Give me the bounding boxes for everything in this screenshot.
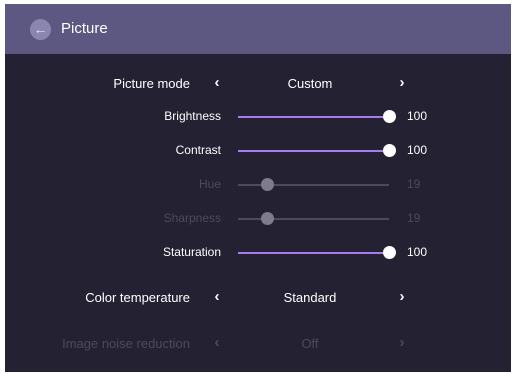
noise-reduction-label: Image noise reduction bbox=[62, 336, 190, 351]
color-temperature-prev-icon[interactable]: ‹ bbox=[210, 287, 224, 307]
saturation-label: Staturation bbox=[162, 245, 221, 259]
color-temperature-value: Standard bbox=[283, 290, 337, 305]
contrast-slider[interactable] bbox=[238, 144, 396, 157]
brightness-row: Brightness 100 bbox=[5, 106, 511, 130]
hue-value: 19 bbox=[407, 177, 421, 191]
hue-slider-thumb bbox=[260, 178, 274, 191]
back-arrow-icon[interactable]: ← bbox=[30, 19, 51, 40]
saturation-slider-thumb[interactable] bbox=[383, 246, 396, 259]
sharpness-value: 19 bbox=[407, 211, 421, 225]
sharpness-slider-thumb bbox=[260, 212, 274, 225]
picture-mode-label: Picture mode bbox=[113, 76, 190, 91]
saturation-row: Staturation 100 bbox=[5, 242, 511, 266]
picture-settings-panel: ← Picture Picture mode ‹ Custom › Bright… bbox=[5, 4, 511, 372]
contrast-row: Contrast 100 bbox=[5, 140, 511, 164]
saturation-slider[interactable] bbox=[238, 246, 396, 259]
brightness-slider-thumb[interactable] bbox=[383, 110, 396, 123]
color-temperature-label: Color temperature bbox=[85, 290, 190, 305]
contrast-slider-thumb[interactable] bbox=[383, 144, 396, 157]
saturation-value: 100 bbox=[407, 245, 428, 259]
picture-mode-value: Custom bbox=[287, 76, 333, 91]
color-temperature-selector: Color temperature ‹ Standard › bbox=[5, 287, 511, 311]
brightness-slider[interactable] bbox=[238, 110, 396, 123]
brightness-value: 100 bbox=[407, 109, 428, 123]
noise-reduction-prev-icon: ‹ bbox=[214, 334, 220, 351]
hue-row: Hue 19 bbox=[5, 174, 511, 198]
contrast-value: 100 bbox=[407, 143, 428, 157]
contrast-slider-fill bbox=[238, 150, 389, 152]
saturation-slider-fill bbox=[238, 252, 389, 254]
color-temperature-next-icon[interactable]: › bbox=[395, 287, 409, 307]
contrast-label: Contrast bbox=[175, 143, 221, 157]
page-title: Picture bbox=[61, 20, 108, 37]
picture-mode-selector: Picture mode ‹ Custom › bbox=[5, 73, 511, 97]
hue-label: Hue bbox=[198, 177, 221, 191]
header-bar: ← Picture bbox=[5, 4, 511, 54]
noise-reduction-selector: Image noise reduction ‹ Off › bbox=[5, 333, 511, 357]
brightness-slider-fill bbox=[238, 116, 389, 118]
sharpness-slider bbox=[238, 212, 389, 225]
sharpness-row: Sharpness 19 bbox=[5, 208, 511, 232]
noise-reduction-next-icon: › bbox=[399, 334, 405, 351]
noise-reduction-value: Off bbox=[301, 336, 319, 351]
picture-mode-next-icon[interactable]: › bbox=[395, 73, 409, 93]
hue-slider bbox=[238, 178, 389, 191]
picture-mode-prev-icon[interactable]: ‹ bbox=[210, 73, 224, 93]
brightness-label: Brightness bbox=[164, 109, 221, 123]
sharpness-label: Sharpness bbox=[163, 211, 221, 225]
